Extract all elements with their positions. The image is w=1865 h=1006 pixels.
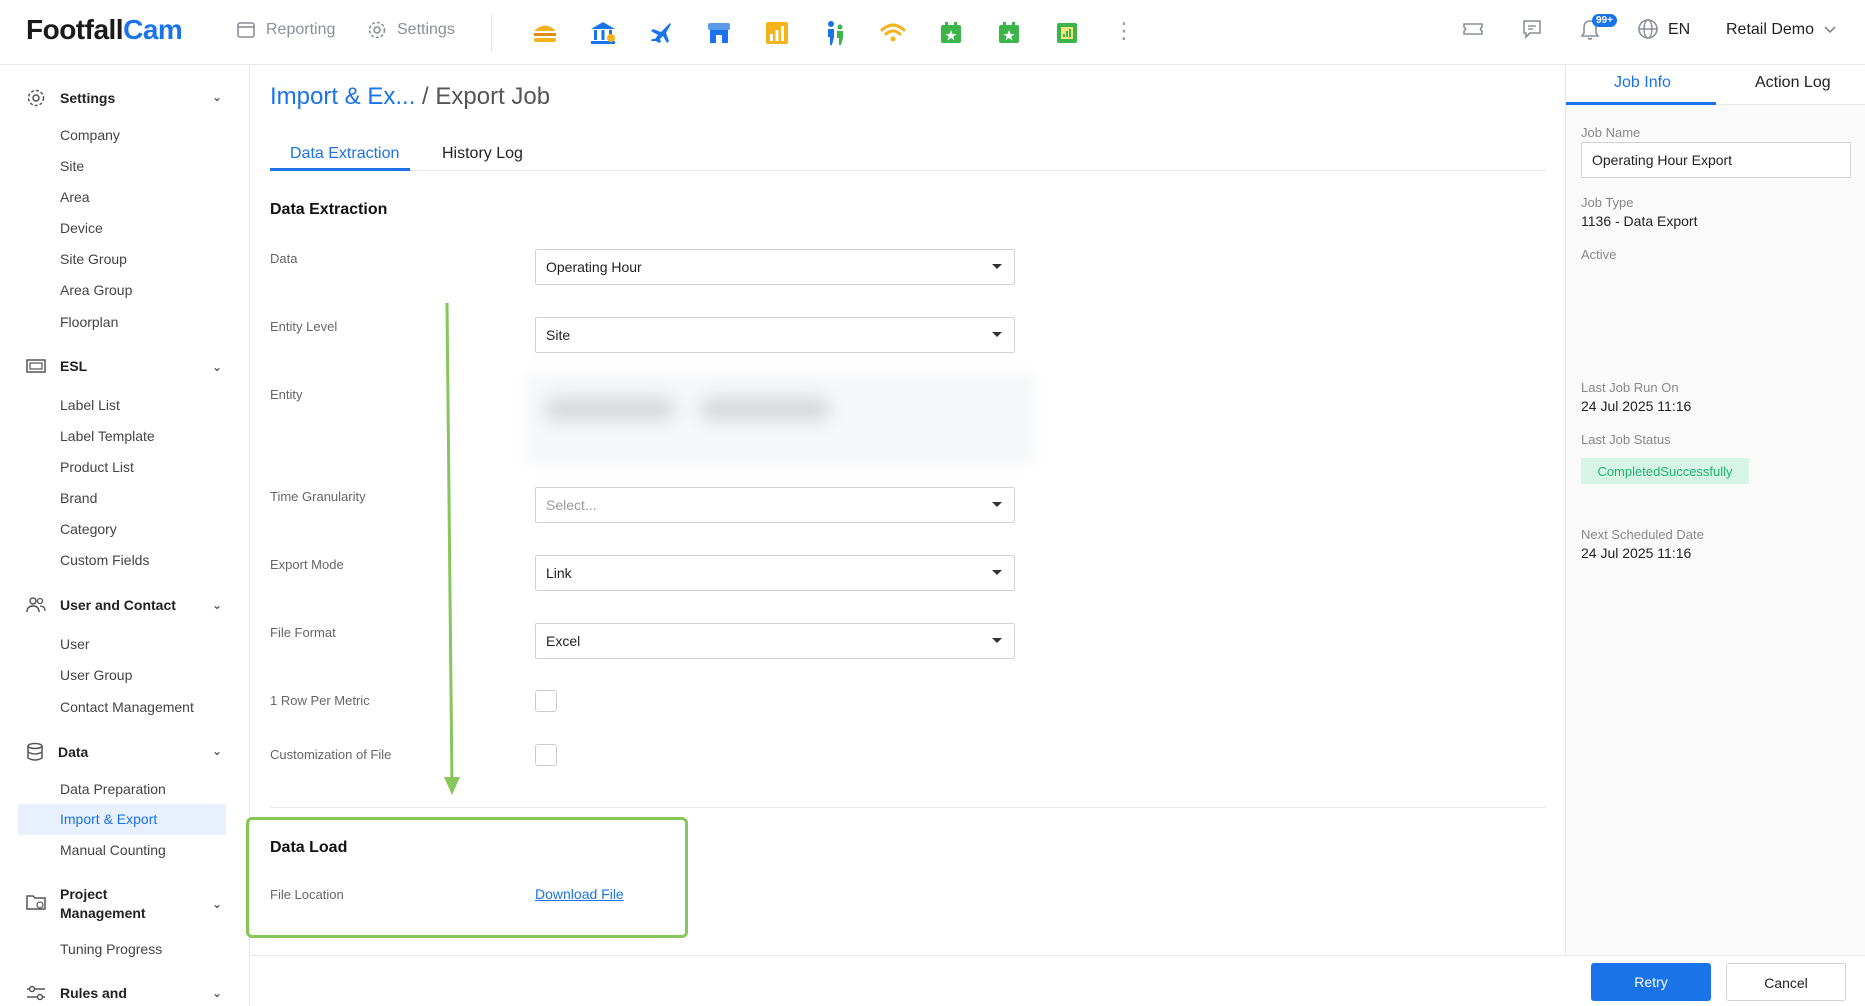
- caret-down-icon: [992, 638, 1002, 643]
- calendar-star-icon[interactable]: [992, 16, 1025, 49]
- user-menu[interactable]: Retail Demo: [1726, 21, 1836, 39]
- section-divider: [270, 807, 1546, 808]
- wifi-icon[interactable]: [876, 16, 909, 49]
- gear-icon: [27, 89, 45, 107]
- sidebar-item-tuning-progress[interactable]: Tuning Progress: [60, 941, 162, 957]
- sidebar-item-category[interactable]: Category: [60, 521, 117, 537]
- status-badge: CompletedSuccessfully: [1581, 458, 1749, 484]
- chevron-down-icon: ⌄: [211, 744, 222, 758]
- section-title-data-load: Data Load: [270, 839, 348, 856]
- job-name-input[interactable]: Operating Hour Export: [1581, 142, 1851, 178]
- caret-down-icon: [992, 264, 1002, 269]
- globe-icon[interactable]: [1637, 18, 1659, 45]
- app-launcher: [528, 16, 1083, 49]
- top-bar: FootfallCam Reporting Settings ⋮ 99+ EN …: [0, 0, 1865, 65]
- job-type-label: Job Type: [1581, 195, 1634, 210]
- sidebar-section-esl[interactable]: ESL ⌄: [26, 358, 222, 374]
- annotation-highlight-box: [246, 817, 688, 938]
- sidebar-item-area[interactable]: Area: [60, 189, 90, 205]
- sidebar-item-site-group[interactable]: Site Group: [60, 251, 127, 267]
- ticket-icon[interactable]: [1462, 18, 1484, 45]
- app-logo[interactable]: FootfallCam: [26, 14, 183, 46]
- burger-icon[interactable]: [528, 16, 561, 49]
- sidebar-item-area-group[interactable]: Area Group: [60, 282, 132, 298]
- report-sheet-icon[interactable]: [1050, 16, 1083, 49]
- caret-down-icon: [992, 332, 1002, 337]
- field-label-file-location: File Location: [270, 887, 344, 902]
- sidebar-item-label-template[interactable]: Label Template: [60, 428, 155, 444]
- chevron-down-icon: [1824, 26, 1836, 34]
- sidebar-item-site[interactable]: Site: [60, 158, 84, 174]
- tab-action-log[interactable]: Action Log: [1755, 74, 1831, 92]
- analytics-icon[interactable]: [760, 16, 793, 49]
- airplane-icon[interactable]: [644, 16, 677, 49]
- sidebar-item-manual-counting[interactable]: Manual Counting: [60, 842, 166, 858]
- chevron-down-icon: ⌄: [211, 897, 222, 911]
- sidebar-item-label-list[interactable]: Label List: [60, 397, 120, 413]
- notification-badge: 99+: [1592, 14, 1617, 27]
- sidebar-item-company[interactable]: Company: [60, 127, 120, 143]
- esl-label-icon: [26, 359, 46, 373]
- sidebar-section-settings[interactable]: Settings ⌄: [26, 88, 222, 108]
- job-info-panel: Job Info Action Log Job Name Operating H…: [1565, 65, 1865, 955]
- right-tab-bar: Job Info Action Log: [1566, 65, 1865, 105]
- sidebar: Settings ⌄ Company Site Area Device Site…: [0, 65, 250, 1006]
- sidebar-item-product-list[interactable]: Product List: [60, 459, 134, 475]
- job-name-label: Job Name: [1581, 125, 1641, 140]
- sidebar-item-custom-fields[interactable]: Custom Fields: [60, 552, 149, 568]
- active-label: Active: [1581, 247, 1617, 262]
- calendar-star-icon[interactable]: [934, 16, 967, 49]
- people-flow-icon[interactable]: [818, 16, 851, 49]
- chat-icon[interactable]: [1521, 18, 1543, 45]
- sliders-icon: [27, 985, 45, 1001]
- sidebar-item-contact-management[interactable]: Contact Management: [60, 699, 194, 715]
- database-icon: [27, 742, 43, 761]
- language-selector[interactable]: EN: [1668, 21, 1690, 39]
- next-scheduled-label: Next Scheduled Date: [1581, 527, 1704, 542]
- sidebar-item-user-group[interactable]: User Group: [60, 667, 132, 683]
- cancel-button[interactable]: Cancel: [1726, 963, 1846, 1001]
- users-icon: [26, 597, 46, 613]
- sidebar-item-floorplan[interactable]: Floorplan: [60, 314, 118, 330]
- sidebar-item-device[interactable]: Device: [60, 220, 103, 236]
- last-run-label: Last Job Run On: [1581, 380, 1679, 395]
- retry-button[interactable]: Retry: [1591, 963, 1711, 1001]
- main-content: Import & Ex... / Export Job Data Extract…: [246, 65, 1565, 955]
- tab-job-info[interactable]: Job Info: [1614, 74, 1671, 92]
- sidebar-section-user-contact[interactable]: User and Contact ⌄: [26, 596, 222, 614]
- download-file-link[interactable]: Download File: [535, 886, 624, 902]
- store-icon[interactable]: [702, 16, 735, 49]
- more-apps-icon[interactable]: ⋮: [1113, 20, 1135, 42]
- chevron-down-icon: ⌄: [211, 986, 222, 1000]
- gear-icon: [368, 21, 386, 39]
- next-scheduled-value: 24 Jul 2025 11:16: [1581, 545, 1692, 561]
- nav-divider: [491, 14, 492, 52]
- sidebar-item-brand[interactable]: Brand: [60, 490, 97, 506]
- project-folder-icon: [26, 895, 46, 910]
- active-tab-indicator: [1566, 102, 1716, 105]
- caret-down-icon: [992, 570, 1002, 575]
- sidebar-item-import-export[interactable]: Import & Export: [18, 804, 226, 835]
- annotation-arrow: [444, 302, 460, 795]
- sidebar-section-project-management[interactable]: Project Management ⌄: [26, 885, 222, 923]
- chevron-down-icon: ⌄: [211, 360, 222, 374]
- last-status-label: Last Job Status: [1581, 432, 1671, 447]
- sidebar-section-rules[interactable]: Rules and ⌄: [26, 984, 222, 1002]
- caret-down-icon: [992, 502, 1002, 507]
- sidebar-item-data-preparation[interactable]: Data Preparation: [60, 781, 166, 797]
- job-type-value: 1136 - Data Export: [1581, 213, 1698, 229]
- nav-reporting[interactable]: Reporting: [236, 20, 335, 40]
- sidebar-section-data[interactable]: Data ⌄: [26, 742, 222, 762]
- sidebar-item-user[interactable]: User: [60, 636, 90, 652]
- nav-settings[interactable]: Settings: [367, 20, 455, 40]
- last-run-value: 24 Jul 2025 11:16: [1581, 398, 1692, 414]
- reporting-icon: [237, 22, 255, 38]
- chevron-down-icon: ⌄: [211, 90, 222, 104]
- chevron-down-icon: ⌄: [211, 598, 222, 612]
- action-footer: Retry Cancel: [250, 955, 1865, 1006]
- bank-icon[interactable]: [586, 16, 619, 49]
